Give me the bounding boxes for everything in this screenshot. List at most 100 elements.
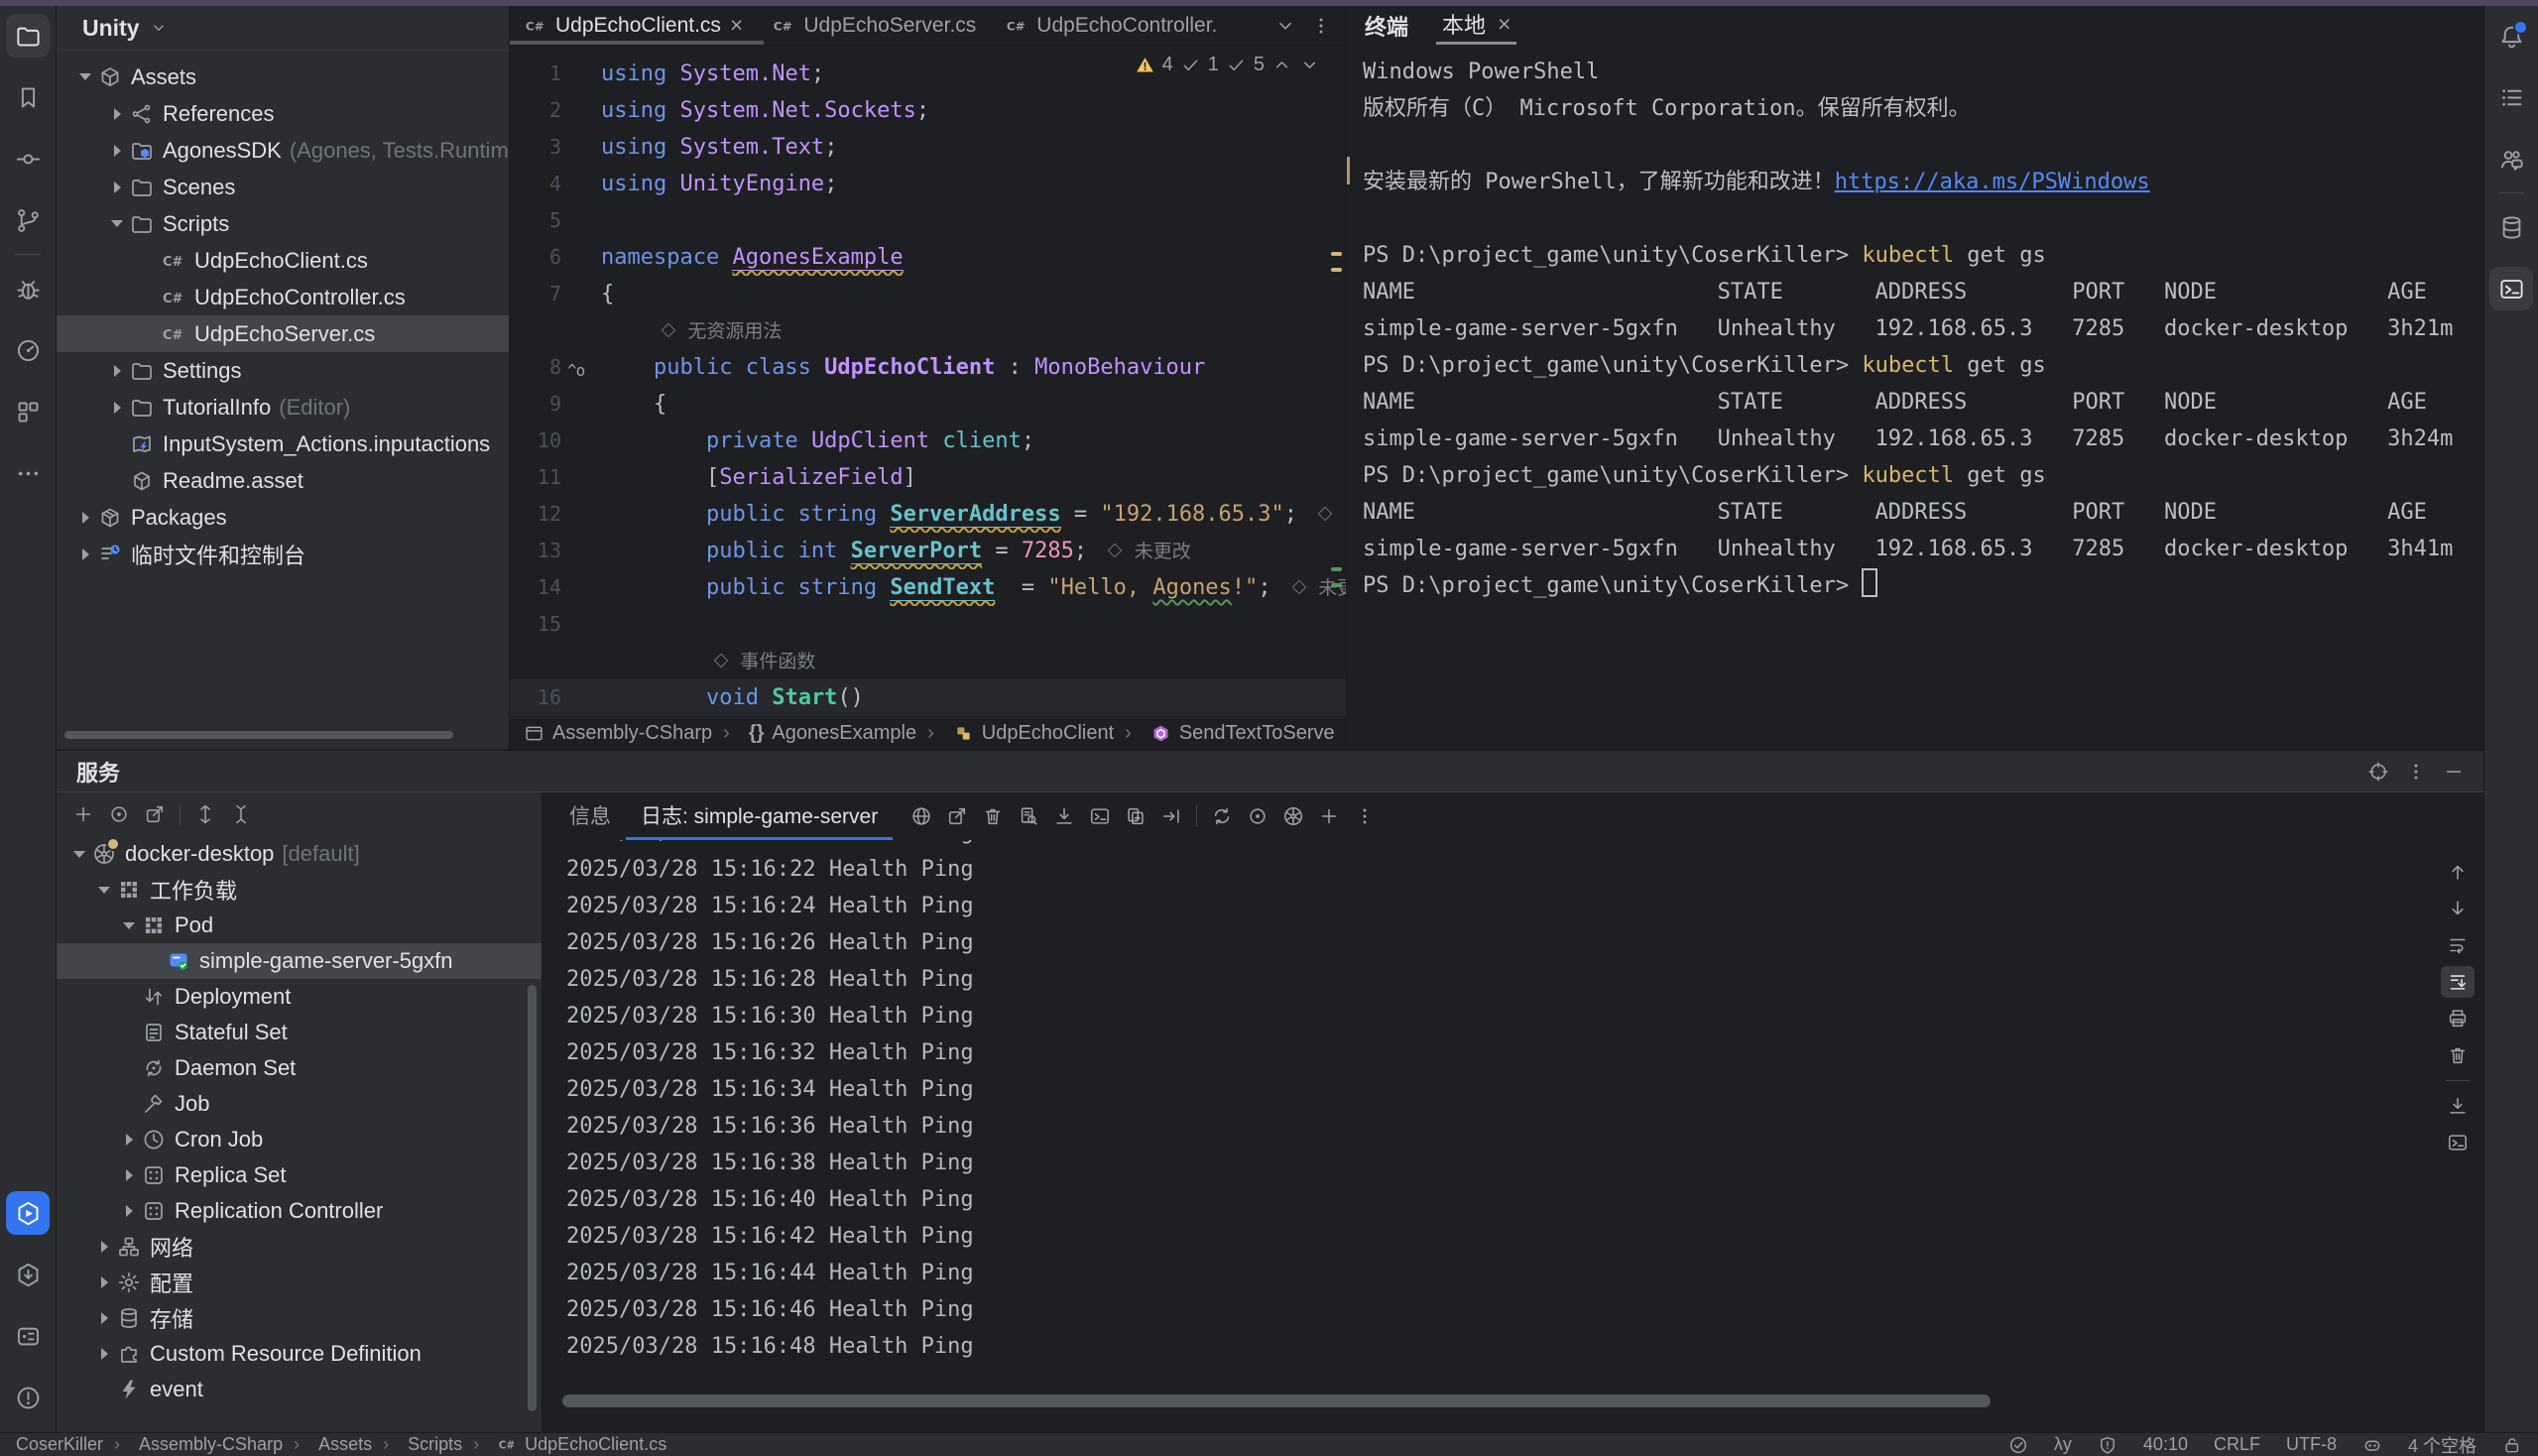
gutter-marker[interactable] bbox=[567, 423, 601, 459]
chevron-icon[interactable] bbox=[116, 908, 142, 943]
References-tree-item[interactable]: References bbox=[57, 95, 509, 132]
chevron-icon[interactable] bbox=[72, 60, 98, 95]
UdpEchoServer.cs-tree-item[interactable]: UdpEchoServer.cs bbox=[57, 315, 509, 352]
code-line[interactable]: 2 using System.Net.Sockets; bbox=[510, 92, 1346, 129]
docker-button[interactable] bbox=[6, 1314, 50, 1358]
lock-status[interactable] bbox=[2502, 1435, 2522, 1455]
scroll-down-button[interactable] bbox=[2441, 893, 2475, 924]
chevron-icon[interactable] bbox=[104, 96, 130, 132]
show-in-console-button[interactable] bbox=[2441, 1127, 2475, 1158]
gutter-marker[interactable] bbox=[567, 643, 601, 679]
UdpEchoClient.cs-crumb[interactable]: UdpEchoClient.cs bbox=[462, 1434, 666, 1455]
日志: simple-game-server-tab[interactable]: 日志: simple-game-server bbox=[626, 792, 893, 840]
hide-button[interactable] bbox=[2437, 756, 2471, 788]
chevron-icon[interactable] bbox=[91, 1336, 117, 1372]
gutter-marker[interactable] bbox=[567, 679, 601, 716]
chevron-icon[interactable] bbox=[116, 1122, 142, 1157]
terminal-output[interactable]: Windows PowerShell 版权所有（C） Microsoft Cor… bbox=[1347, 45, 2485, 604]
chevron-icon[interactable] bbox=[104, 426, 130, 462]
scroll-up-button[interactable] bbox=[2441, 856, 2475, 888]
add-button[interactable] bbox=[1312, 800, 1346, 832]
Packages-tree-item[interactable]: Packages bbox=[57, 499, 509, 536]
gutter-marker[interactable]: ^o bbox=[567, 349, 601, 386]
code-line[interactable]: 7 { bbox=[510, 276, 1346, 312]
gutter-marker[interactable] bbox=[567, 312, 601, 349]
gutter-marker[interactable] bbox=[567, 92, 601, 129]
view-options-button[interactable] bbox=[102, 798, 136, 830]
chevron-icon[interactable] bbox=[91, 1372, 117, 1407]
Scripts-crumb[interactable]: Scripts bbox=[372, 1434, 462, 1455]
tab-options-button[interactable] bbox=[1304, 10, 1338, 42]
TutorialInfo-tree-item[interactable]: TutorialInfo (Editor) bbox=[57, 389, 509, 425]
gutter-marker[interactable] bbox=[567, 202, 601, 239]
code-line[interactable]: 11 [SerializeField] bbox=[510, 459, 1346, 496]
InputSystem_Actions.inputactions-tree-item[interactable]: InputSystem_Actions.inputactions bbox=[57, 425, 509, 462]
chevron-icon[interactable] bbox=[136, 316, 162, 352]
Pod-tree-item[interactable]: Pod bbox=[57, 908, 542, 943]
log-horizontal-scrollbar[interactable] bbox=[562, 1395, 1991, 1407]
project-button[interactable] bbox=[6, 14, 50, 58]
collapse-all-button[interactable] bbox=[224, 798, 258, 830]
problems-button[interactable] bbox=[6, 1376, 50, 1419]
UdpEchoClient.cs-tab[interactable]: UdpEchoClient.cs bbox=[510, 6, 758, 45]
gutter-marker[interactable] bbox=[567, 496, 601, 533]
code-line[interactable]: 15 bbox=[510, 606, 1346, 643]
Settings-tree-item[interactable]: Settings bbox=[57, 352, 509, 389]
chevron-icon[interactable] bbox=[136, 280, 162, 315]
chevron-icon[interactable] bbox=[104, 390, 130, 425]
chevron-icon[interactable] bbox=[116, 979, 142, 1015]
chevron-icon[interactable] bbox=[136, 243, 162, 279]
UdpEchoController.-tab[interactable]: UdpEchoController. bbox=[991, 6, 1232, 45]
Assets-crumb[interactable]: Assets bbox=[283, 1434, 372, 1455]
tab-list-button[interactable] bbox=[1269, 10, 1302, 42]
工作负载-tree-item[interactable]: 工作负载 bbox=[57, 872, 542, 908]
Scripts-tree-item[interactable]: Scripts bbox=[57, 205, 509, 242]
Scenes-tree-item[interactable]: Scenes bbox=[57, 169, 509, 205]
kubernetes-settings-button[interactable] bbox=[1276, 800, 1310, 832]
UdpEchoServer.cs-tab[interactable]: UdpEchoServer.cs bbox=[758, 6, 991, 45]
gutter-marker[interactable] bbox=[567, 239, 601, 276]
clear-button[interactable] bbox=[976, 800, 1010, 832]
chevron-icon[interactable] bbox=[104, 353, 130, 389]
database-button[interactable] bbox=[2489, 205, 2533, 249]
web-view-button[interactable] bbox=[905, 800, 938, 832]
show-selected-button[interactable] bbox=[1241, 800, 1274, 832]
scroll-to-end-button[interactable] bbox=[2441, 966, 2475, 998]
terminal-tab-local[interactable]: 本地 bbox=[1436, 6, 1516, 45]
Replication Controller-tree-item[interactable]: Replication Controller bbox=[57, 1193, 542, 1229]
project-tree[interactable]: Assets References bbox=[57, 51, 509, 749]
docker-desktop-tree-item[interactable]: docker-desktop [default] bbox=[57, 836, 542, 872]
chevron-icon[interactable] bbox=[141, 943, 167, 979]
analysis-ok-status[interactable] bbox=[2008, 1435, 2028, 1455]
gutter-marker[interactable] bbox=[567, 569, 601, 606]
code-line[interactable]: 10 private UdpClient client; bbox=[510, 423, 1346, 459]
配置-tree-item[interactable]: 配置 bbox=[57, 1265, 542, 1300]
code-line[interactable]: 9 { bbox=[510, 386, 1346, 423]
line-separator-status[interactable]: CRLF bbox=[2214, 1434, 2260, 1455]
chevron-icon[interactable] bbox=[116, 1157, 142, 1193]
SendTextToServe-breadcrumb[interactable]: SendTextToServe bbox=[1114, 722, 1334, 745]
gutter-marker[interactable] bbox=[567, 533, 601, 569]
Readme.asset-tree-item[interactable]: Readme.asset bbox=[57, 462, 509, 499]
git-button[interactable] bbox=[6, 198, 50, 242]
信息-tab[interactable]: 信息 bbox=[554, 792, 626, 840]
临时文件和控制台-tree-item[interactable]: 临时文件和控制台 bbox=[57, 536, 509, 572]
Custom Resource Definition-tree-item[interactable]: Custom Resource Definition bbox=[57, 1336, 542, 1372]
options-button[interactable] bbox=[2399, 756, 2433, 788]
gutter-marker[interactable] bbox=[567, 459, 601, 496]
services-tree[interactable]: docker-desktop [default] 工作负载 bbox=[57, 836, 542, 1433]
project-horizontal-scrollbar[interactable] bbox=[64, 731, 453, 739]
chevron-icon[interactable] bbox=[116, 1050, 142, 1086]
AgonesExample-breadcrumb[interactable]: {} AgonesExample bbox=[712, 722, 916, 745]
view-as-text-button[interactable] bbox=[1012, 800, 1045, 832]
tab-scroll-thumb[interactable] bbox=[510, 41, 764, 45]
UdpEchoController.cs-tree-item[interactable]: UdpEchoController.cs bbox=[57, 279, 509, 315]
copilot-status[interactable] bbox=[2362, 1435, 2382, 1455]
CoserKiller-crumb[interactable]: CoserKiller bbox=[16, 1434, 103, 1455]
chevron-icon[interactable] bbox=[91, 1300, 117, 1336]
dependencies-button[interactable] bbox=[6, 1253, 50, 1296]
project-header[interactable]: Unity bbox=[57, 6, 509, 51]
code-line[interactable]: 8 ^o public class UdpEchoClient : MonoBe… bbox=[510, 349, 1346, 386]
chevron-icon[interactable] bbox=[91, 1265, 117, 1300]
code-line[interactable]: 5 bbox=[510, 202, 1346, 239]
